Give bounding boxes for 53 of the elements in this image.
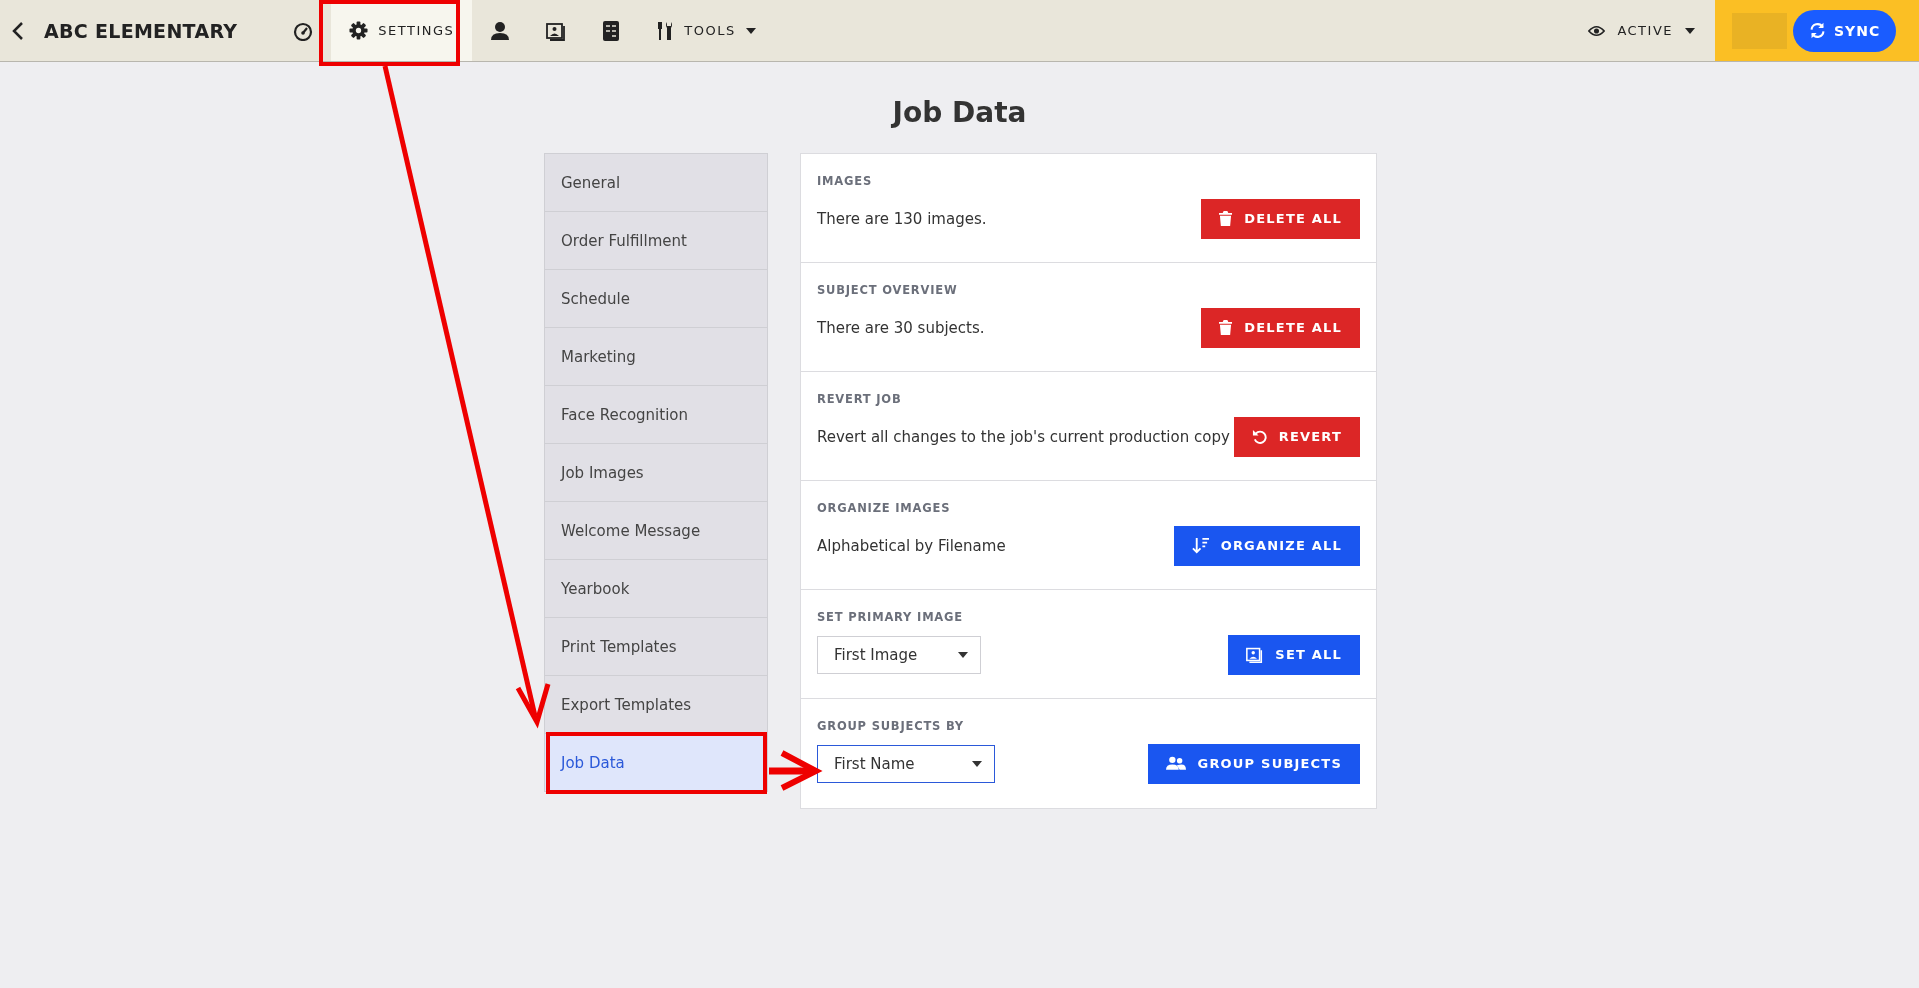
sort-icon [1191,537,1209,554]
app-title: ABC ELEMENTARY [44,19,238,42]
sidebar-item[interactable]: Yearbook [545,560,767,618]
section-heading: GROUP SUBJECTS BY [817,719,965,733]
photos-icon [546,20,567,41]
section-text: Revert all changes to the job's current production copy [817,427,1230,446]
status-dropdown[interactable]: ACTIVE [1588,0,1715,61]
section-heading: IMAGES [817,174,873,188]
sidebar-item[interactable]: Face Recognition [545,386,767,444]
nav-item[interactable]: TOOLS [638,0,774,61]
person-icon [490,20,511,41]
action-button[interactable]: GROUP SUBJECTS [1147,743,1360,784]
caret-icon [745,27,756,34]
photos-icon [1246,646,1264,663]
action-button[interactable]: SET ALL [1228,634,1360,675]
section-text: There are 30 subjects. [817,318,985,337]
sidebar-item[interactable]: Print Templates [545,618,767,676]
danger-button[interactable]: REVERT [1233,416,1360,457]
section-heading: ORGANIZE IMAGES [817,501,952,515]
select-dropdown[interactable]: First Name [817,744,995,783]
danger-button[interactable]: DELETE ALL [1201,307,1360,348]
sidebar-item[interactable]: Marketing [545,328,767,386]
sidebar-item[interactable]: Job Images [545,444,767,502]
sidebar-item[interactable]: Order Fulfillment [545,212,767,270]
sidebar-item[interactable]: Export Templates [545,676,767,734]
caret-icon [972,760,982,767]
danger-button[interactable]: DELETE ALL [1201,198,1360,239]
section-heading: SUBJECT OVERVIEW [817,283,959,297]
sidebar-item[interactable]: General [545,154,767,212]
action-button[interactable]: ORGANIZE ALL [1173,525,1360,566]
people-icon [1165,756,1186,771]
refresh-icon [1809,22,1826,39]
tools-icon [656,20,675,41]
nav-item[interactable]: SETTINGS [331,0,473,61]
settings-icon [349,21,369,40]
section-heading: REVERT JOB [817,392,903,406]
section-heading: SET PRIMARY IMAGE [817,610,964,624]
sync-button[interactable]: SYNC [1793,9,1897,52]
gauge-icon [293,20,314,41]
page-title: Job Data [890,96,1028,131]
eye-icon [1588,24,1606,37]
undo-icon [1251,429,1267,444]
sidebar-item[interactable]: Welcome Message [545,502,767,560]
invoice-icon [602,20,621,41]
section-text: There are 130 images. [817,209,987,228]
trash-icon [1219,320,1233,335]
trash-icon [1219,211,1233,226]
section-text: Alphabetical by Filename [817,536,1006,555]
select-dropdown[interactable]: First Image [817,635,981,674]
caret-icon [1685,27,1695,34]
back-icon[interactable] [12,20,24,41]
sidebar-item[interactable]: Schedule [545,270,767,328]
caret-icon [958,651,968,658]
